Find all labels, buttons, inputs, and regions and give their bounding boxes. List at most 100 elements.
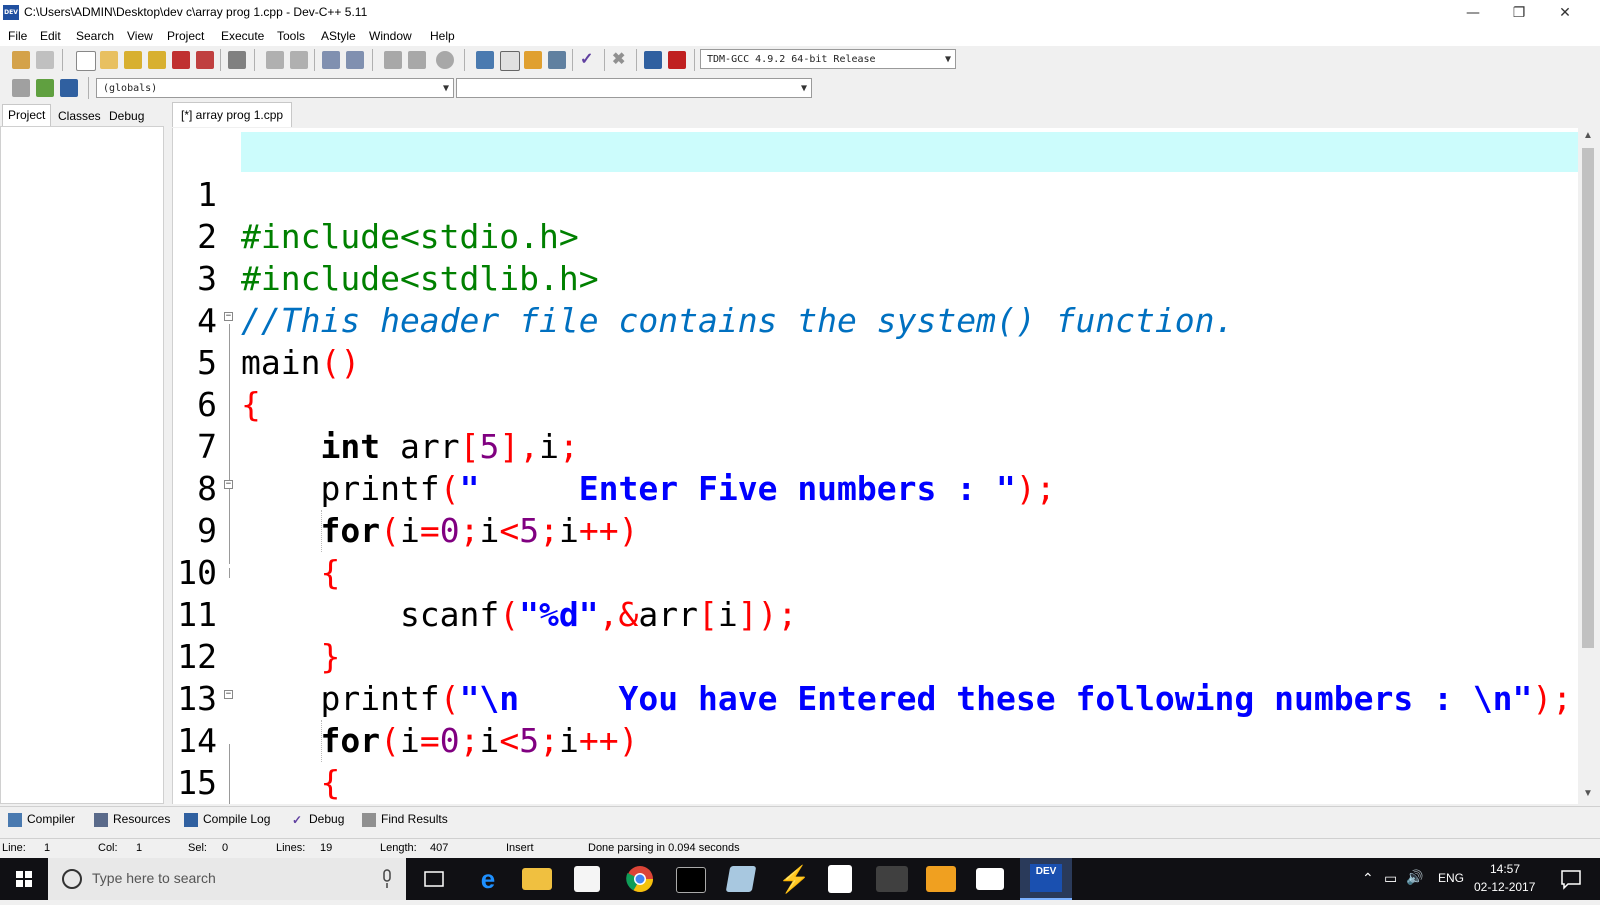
scrollbar-thumb[interactable] — [1582, 148, 1594, 648]
tab-debug-output[interactable]: ✓ Debug — [290, 810, 344, 828]
file-explorer-icon[interactable] — [522, 868, 552, 890]
tab-compile-log[interactable]: Compile Log — [184, 810, 270, 828]
status-message: Done parsing in 0.094 seconds — [588, 842, 740, 854]
clock-time[interactable]: 14:57 — [1490, 862, 1520, 876]
code-line: 8 for(i=0;i<5;i++) — [173, 426, 1579, 550]
restore-button[interactable]: ❐ — [1496, 0, 1542, 26]
unindent-icon[interactable] — [346, 51, 364, 69]
compile-icon[interactable] — [476, 51, 494, 69]
clock-date[interactable]: 02-12-2017 — [1474, 880, 1535, 894]
code-line: 2 #include<stdlib.h> — [173, 174, 1579, 298]
compiler-select-value: TDM-GCC 4.9.2 64-bit Release — [707, 54, 876, 65]
taskbar-active-app[interactable]: DEV — [1020, 858, 1072, 900]
code-line: 5 { — [173, 300, 1579, 424]
start-button[interactable] — [0, 858, 48, 900]
mail-icon[interactable] — [976, 868, 1004, 890]
media-app-icon[interactable] — [876, 866, 908, 892]
bookmark-icon[interactable] — [436, 51, 454, 69]
status-lines-value: 19 — [320, 842, 333, 854]
menu-view[interactable]: View — [127, 29, 153, 43]
compiler-select[interactable]: TDM-GCC 4.9.2 64-bit Release ▼ — [700, 49, 956, 69]
tab-project[interactable]: Project — [2, 104, 52, 127]
toggle-icon[interactable] — [36, 79, 54, 97]
tab-find-results[interactable]: Find Results — [362, 810, 448, 828]
notes-app-icon[interactable] — [725, 866, 757, 892]
close-all-icon[interactable] — [196, 51, 214, 69]
code-line: 6 int arr[5],i; — [173, 342, 1579, 466]
redo-icon[interactable] — [36, 51, 54, 69]
run-icon[interactable] — [500, 51, 520, 71]
goto-back-icon[interactable] — [384, 51, 402, 69]
toolbar-separator — [464, 49, 465, 71]
new-file-icon[interactable] — [76, 51, 96, 71]
save-all-icon[interactable] — [148, 51, 166, 69]
toolbar-separator — [636, 49, 637, 71]
menu-help[interactable]: Help — [430, 29, 455, 43]
delete-profile-icon[interactable] — [668, 51, 686, 69]
task-view-icon[interactable] — [422, 867, 446, 891]
undo-icon[interactable] — [12, 51, 30, 69]
compiler-icon — [8, 812, 22, 827]
scroll-up-icon[interactable]: ▲ — [1582, 130, 1594, 141]
tab-debug[interactable]: Debug — [104, 106, 149, 126]
print-icon[interactable] — [228, 51, 246, 69]
document-editor-icon[interactable] — [828, 865, 852, 893]
language-indicator[interactable]: ENG — [1438, 871, 1464, 885]
tab-array-prog[interactable]: [*] array prog 1.cpp — [172, 102, 293, 127]
microphone-icon[interactable] — [380, 869, 394, 889]
status-line-value: 1 — [44, 842, 51, 854]
indent-icon[interactable] — [322, 51, 340, 69]
tab-resources-label: Resources — [113, 812, 171, 826]
menu-search[interactable]: Search — [76, 29, 114, 43]
volume-icon[interactable]: 🔊 — [1406, 869, 1423, 886]
find-icon[interactable] — [266, 51, 284, 69]
store-icon[interactable] — [574, 866, 600, 892]
goto-forward-icon[interactable] — [408, 51, 426, 69]
status-sel-label: Sel: — [188, 842, 207, 854]
menu-file[interactable]: File — [8, 29, 27, 43]
battery-icon[interactable]: ▭ — [1384, 870, 1397, 887]
editor-vertical-scrollbar[interactable]: ▲ ▼ — [1578, 128, 1598, 804]
lightning-app-icon[interactable]: ⚡ — [778, 863, 810, 895]
close-file-icon[interactable] — [172, 51, 190, 69]
taskbar-search-box[interactable]: Type here to search — [48, 858, 406, 900]
scope-select[interactable]: (globals) ▼ — [96, 78, 454, 98]
scroll-down-icon[interactable]: ▼ — [1582, 788, 1594, 799]
stop-execution-icon[interactable]: ✖ — [612, 51, 630, 69]
menu-astyle[interactable]: AStyle — [321, 29, 356, 43]
tab-resources[interactable]: Resources — [94, 810, 170, 828]
tab-classes[interactable]: Classes — [53, 106, 106, 126]
code-editor[interactable]: − − − 1 #include<stdio.h> 2 #include<std… — [172, 128, 1579, 804]
insert-icon[interactable] — [12, 79, 30, 97]
chrome-icon[interactable] — [624, 863, 656, 895]
minimize-button[interactable]: — — [1450, 0, 1496, 26]
tray-chevron-up-icon[interactable]: ⌃ — [1362, 870, 1374, 887]
code-line: 15 printf(" %d\n", arr[i]); — [173, 720, 1579, 802]
toolbar-separator — [62, 49, 63, 71]
status-col-value: 1 — [136, 842, 143, 854]
command-prompt-icon[interactable] — [676, 867, 706, 893]
save-icon[interactable] — [124, 51, 142, 69]
member-select[interactable]: ▼ — [456, 78, 812, 98]
compile-run-icon[interactable] — [524, 51, 542, 69]
goto-icon[interactable] — [60, 79, 78, 97]
toolbar-separator — [694, 49, 695, 71]
replace-icon[interactable] — [290, 51, 308, 69]
layers-app-icon[interactable] — [926, 866, 956, 892]
menu-tools[interactable]: Tools — [277, 29, 305, 43]
menu-window[interactable]: Window — [369, 29, 412, 43]
project-browser-panel[interactable] — [0, 126, 164, 804]
profile-icon[interactable] — [644, 51, 662, 69]
tab-compiler[interactable]: Compiler — [8, 810, 75, 828]
menu-edit[interactable]: Edit — [40, 29, 61, 43]
menu-execute[interactable]: Execute — [221, 29, 264, 43]
cortana-circle-icon — [62, 869, 82, 889]
open-file-icon[interactable] — [100, 51, 118, 69]
menu-project[interactable]: Project — [167, 29, 204, 43]
edge-browser-icon[interactable]: e — [472, 863, 504, 895]
tab-debug-output-label: Debug — [309, 812, 345, 826]
rebuild-icon[interactable] — [548, 51, 566, 69]
notification-center-icon[interactable] — [1560, 868, 1582, 890]
check-syntax-icon[interactable]: ✓ — [580, 51, 598, 69]
close-button[interactable]: ✕ — [1542, 0, 1588, 26]
